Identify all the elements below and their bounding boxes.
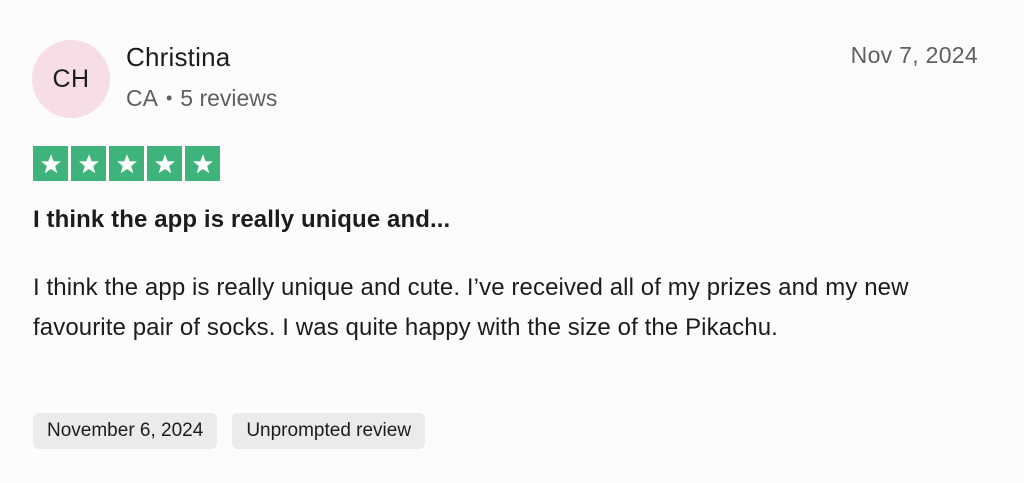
star-icon-glyph [78, 153, 99, 173]
meta-separator: • [165, 88, 173, 108]
experience-date-tag: November 6, 2024 [33, 413, 218, 449]
star-icon-glyph [40, 153, 61, 173]
star-icon-glyph [192, 153, 213, 173]
reviewer-meta: CA • 5 reviews [126, 85, 277, 112]
avatar-initials: CH [52, 64, 90, 93]
avatar[interactable]: CH [32, 40, 110, 118]
star-icon [71, 146, 106, 181]
reviewer-country: CA [126, 85, 158, 111]
review-count: 5 reviews [180, 85, 278, 111]
star-icon [185, 146, 220, 181]
star-icon [33, 146, 68, 181]
star-icon [109, 146, 144, 181]
reviewer-name[interactable]: Christina [126, 42, 230, 73]
star-icon-glyph [154, 153, 175, 173]
review-card: CH Christina CA • 5 reviews Nov 7, 2024 … [0, 0, 1024, 483]
review-tags: November 6, 2024 Unprompted review [33, 413, 426, 449]
star-rating [33, 146, 220, 181]
star-icon-glyph [116, 153, 137, 173]
review-title[interactable]: I think the app is really unique and... [33, 206, 450, 234]
unprompted-review-tag[interactable]: Unprompted review [232, 413, 426, 449]
star-icon [147, 146, 182, 181]
review-body: I think the app is really unique and cut… [33, 274, 909, 341]
review-date: Nov 7, 2024 [850, 42, 978, 68]
